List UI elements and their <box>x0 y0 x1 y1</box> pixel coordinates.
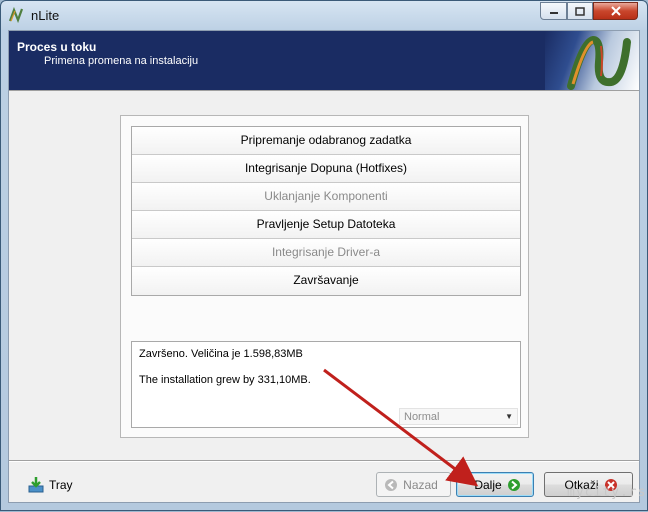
step-item: Integrisanje Dopuna (Hotfixes) <box>132 155 520 183</box>
minimize-button[interactable] <box>540 2 567 20</box>
back-arrow-icon <box>385 478 398 491</box>
minimize-icon <box>549 12 558 14</box>
status-growth-text: The installation grew by 331,10MB. <box>139 374 311 386</box>
step-item: Pripremanje odabranog zadatka <box>132 127 520 155</box>
progress-panel: Pripremanje odabranog zadatka Integrisan… <box>120 115 529 438</box>
tray-icon <box>28 477 44 493</box>
nlite-logo-icon <box>567 35 631 90</box>
watermark-text: mycity.rs <box>567 485 647 500</box>
footer-divider-highlight <box>9 461 639 462</box>
close-button[interactable] <box>593 2 638 20</box>
step-item: Integrisanje Driver-a <box>132 239 520 267</box>
maximize-icon <box>575 6 585 16</box>
status-info-box: Završeno. Veličina je 1.598,83MB The ins… <box>131 341 521 428</box>
back-button[interactable]: Nazad <box>376 472 451 497</box>
nlite-window: nLite Proces u toku Primena promena na i… <box>0 0 648 511</box>
nlite-logo-area <box>545 31 639 90</box>
window-title: nLite <box>31 8 60 23</box>
page-subtitle: Primena promena na instalaciju <box>44 55 199 67</box>
maximize-button[interactable] <box>567 2 593 20</box>
tray-label: Tray <box>49 478 73 492</box>
status-finished-text: Završeno. Veličina je 1.598,83MB <box>139 348 303 360</box>
priority-dropdown-value: Normal <box>404 411 440 423</box>
step-item: Završavanje <box>132 267 520 295</box>
dropdown-arrow-icon: ▼ <box>505 412 513 421</box>
next-button-label: Dalje <box>474 477 502 492</box>
step-item: Pravljenje Setup Datoteka <box>132 211 520 239</box>
title-bar[interactable]: nLite <box>1 1 647 29</box>
tray-button[interactable]: Tray <box>27 476 73 494</box>
header-divider <box>9 90 639 91</box>
step-item: Uklanjanje Komponenti <box>132 183 520 211</box>
next-arrow-icon <box>507 478 520 491</box>
page-title: Proces u toku <box>17 40 97 54</box>
back-button-label: Nazad <box>403 477 438 492</box>
client-area: Proces u toku Primena promena na instala… <box>8 30 640 503</box>
wizard-header: Proces u toku Primena promena na instala… <box>9 31 639 90</box>
nlite-app-icon <box>8 7 24 23</box>
close-icon <box>610 6 621 16</box>
task-steps-list: Pripremanje odabranog zadatka Integrisan… <box>131 126 521 296</box>
next-button[interactable]: Dalje <box>456 472 534 497</box>
priority-dropdown[interactable]: Normal ▼ <box>399 408 518 425</box>
